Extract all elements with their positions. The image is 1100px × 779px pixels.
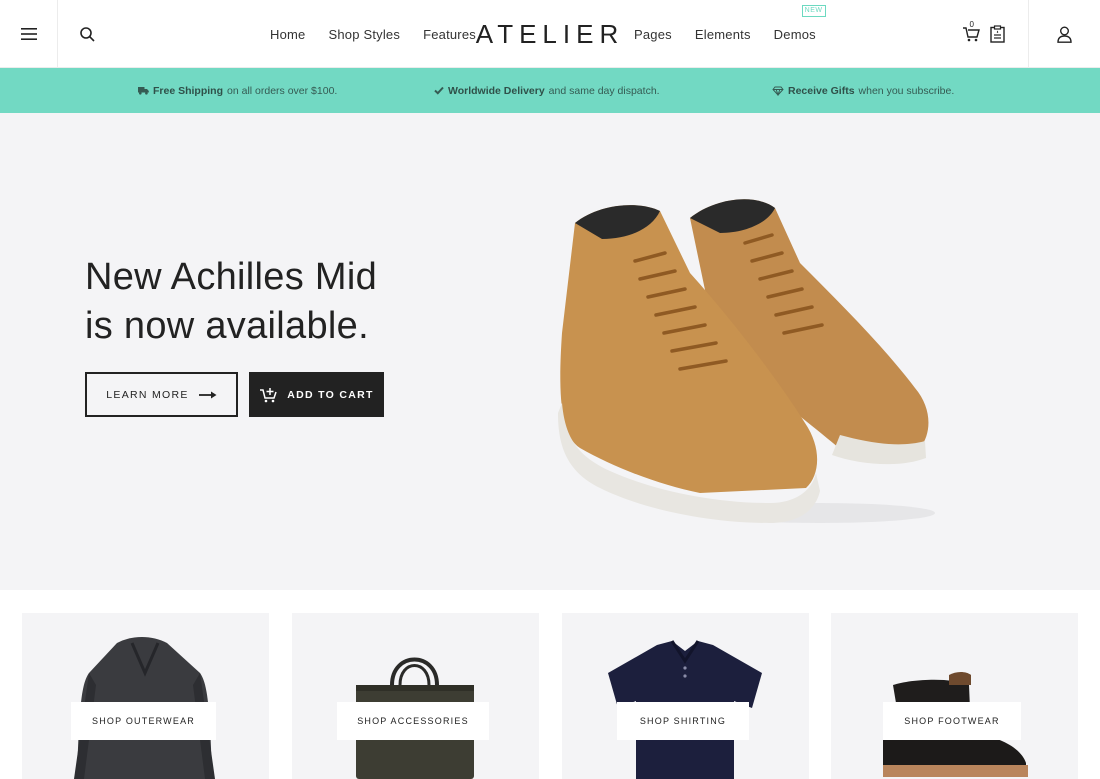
hero-banner: New Achilles Mid is now available. LEARN… (0, 113, 1100, 590)
account-button[interactable] (1028, 0, 1100, 68)
promo-text: on all orders over $100. (227, 84, 338, 97)
promo-text: and same day dispatch. (548, 84, 660, 97)
nav-home[interactable]: Home (270, 27, 305, 42)
category-card-shirting[interactable]: SHOP SHIRTING (562, 613, 809, 779)
promo-free-shipping: Free Shipping on all orders over $100. (138, 68, 337, 113)
arrow-right-icon (198, 391, 217, 398)
search-button[interactable] (58, 0, 116, 68)
polo-shirt-image (608, 640, 762, 779)
truck-icon (138, 87, 149, 95)
promo-receive-gifts: Receive Gifts when you subscribe. (772, 68, 954, 113)
nav-features[interactable]: Features (423, 27, 476, 42)
coat-image (74, 637, 215, 779)
site-logo[interactable]: ATELIER (476, 0, 618, 68)
nav-demos[interactable]: Demos NEW (773, 4, 826, 42)
category-card-outerwear[interactable]: SHOP OUTERWEAR (22, 613, 269, 779)
diamond-icon (772, 86, 784, 96)
cart-count: 0 (969, 20, 974, 29)
shop-footwear-label[interactable]: SHOP FOOTWEAR (883, 702, 1021, 740)
shop-outerwear-label[interactable]: SHOP OUTERWEAR (71, 702, 216, 740)
learn-more-label: LEARN MORE (106, 388, 189, 401)
boots-image (883, 672, 1028, 777)
hero-title-line: is now available. (85, 305, 369, 347)
promo-bold: Receive Gifts (788, 84, 855, 97)
site-header: Home Shop Styles Features ATELIER Pages … (0, 0, 1100, 68)
cart-add-icon (260, 387, 277, 402)
hero-title: New Achilles Mid is now available. (85, 253, 377, 351)
shop-shirting-label[interactable]: SHOP SHIRTING (617, 702, 749, 740)
shop-accessories-label[interactable]: SHOP ACCESSORIES (337, 702, 489, 740)
nav-shop-styles[interactable]: Shop Styles (328, 27, 400, 42)
hamburger-icon (20, 28, 37, 40)
search-icon (79, 26, 95, 42)
nav-left: Home Shop Styles Features (270, 0, 476, 68)
nav-right: Pages Elements Demos NEW (634, 0, 826, 68)
hero-product-image (558, 199, 935, 523)
nav-demos-label: Demos (773, 26, 816, 42)
add-to-cart-button[interactable]: ADD TO CART (249, 372, 384, 417)
hero-title-line: New Achilles Mid (85, 256, 378, 298)
menu-button[interactable] (0, 0, 58, 68)
promo-worldwide-delivery: Worldwide Delivery and same day dispatch… (434, 68, 660, 113)
cart-button[interactable]: 0 (962, 20, 980, 42)
user-icon (1057, 26, 1072, 43)
promo-text: when you subscribe. (858, 84, 955, 97)
check-icon (434, 86, 444, 95)
add-to-cart-label: ADD TO CART (287, 388, 374, 401)
learn-more-button[interactable]: LEARN MORE (85, 372, 238, 417)
category-card-footwear[interactable]: SHOP FOOTWEAR (831, 613, 1078, 779)
category-card-accessories[interactable]: SHOP ACCESSORIES (292, 613, 539, 779)
new-badge: NEW (801, 4, 826, 17)
wishlist-icon[interactable] (989, 25, 1005, 43)
nav-elements[interactable]: Elements (695, 27, 751, 42)
bag-image (356, 657, 474, 779)
promo-bold: Worldwide Delivery (448, 84, 545, 97)
promo-bar: Free Shipping on all orders over $100. W… (0, 68, 1100, 113)
nav-pages[interactable]: Pages (634, 27, 672, 42)
promo-bold: Free Shipping (153, 84, 224, 97)
header-actions: 0 (948, 0, 1018, 68)
